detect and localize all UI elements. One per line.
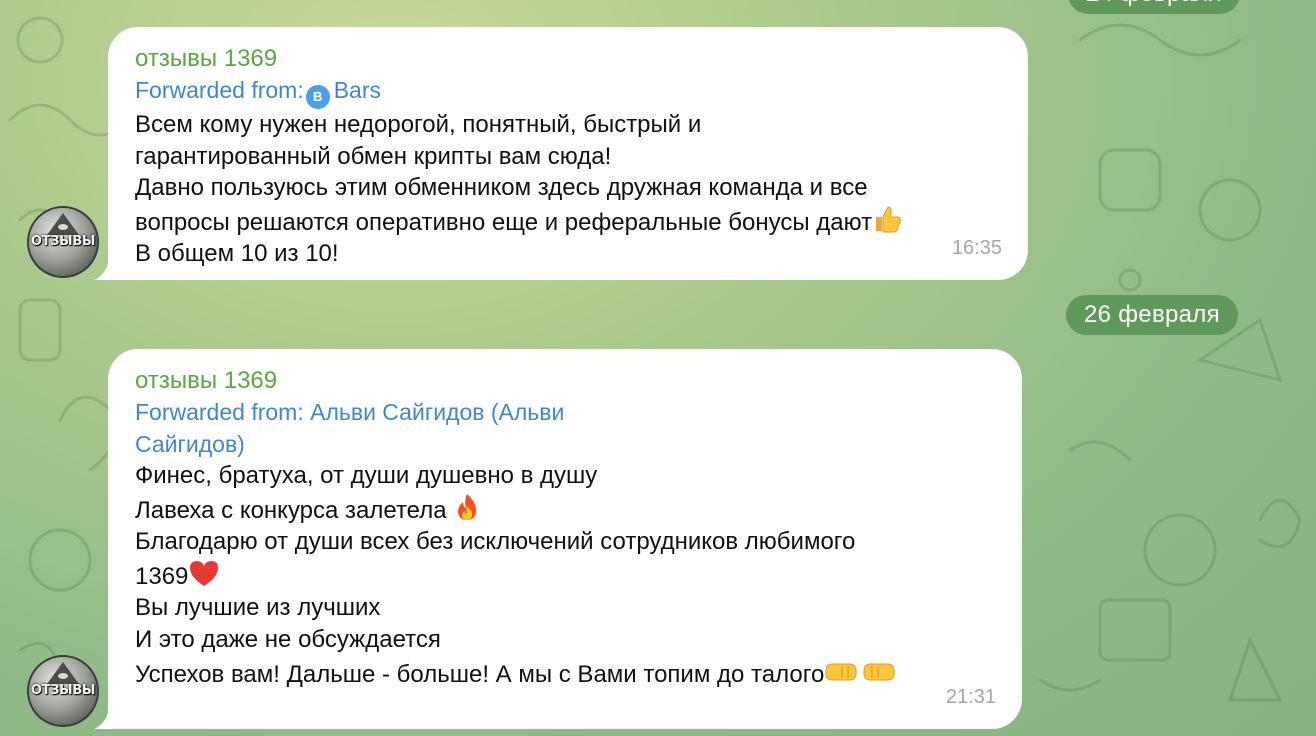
date-separator: 26 февраля: [1066, 295, 1238, 335]
heart-icon: [190, 560, 219, 586]
avatar[interactable]: ОТЗЫВЫ: [27, 655, 99, 727]
message-line: Давно пользуюсь этим обменником здесь др…: [135, 174, 868, 202]
forwarded-from[interactable]: Forwarded from: Альви Сайгидов (Альви Са…: [135, 397, 996, 460]
fire-icon: [458, 493, 477, 520]
sender-name[interactable]: отзывы 1369: [135, 365, 996, 397]
message-line-with-emoji: Успехов вам! Дальше - больше! А мы с Вам…: [135, 656, 996, 691]
message-line: Всем кому нужен недорогой, понятный, быс…: [135, 111, 702, 138]
eye-icon: [58, 673, 68, 679]
message-line-with-emoji: 1369: [135, 558, 996, 593]
message-line: Благодарю от души всех без исключений со…: [135, 528, 856, 556]
message-line-with-emoji: Лавеха с конкурса залетела: [135, 492, 996, 527]
bubble-tail: [94, 254, 124, 280]
bubble-tail: [94, 703, 124, 729]
message-line: В общем 10 из 10!: [135, 240, 339, 268]
forwarded-line: Сайгидов): [135, 430, 245, 457]
avatar-label: ОТЗЫВЫ: [30, 234, 96, 249]
message-line: 1369: [135, 562, 189, 590]
message-bubble[interactable]: отзывы 1369 Forwarded from: Альви Сайгид…: [94, 349, 1022, 729]
date-separator: 24 февраля: [1068, 0, 1240, 14]
message-line: гарантированный обмен крипты вам сюда!: [135, 142, 612, 170]
message-line: Финес, братуха, от души душевно в душу: [135, 462, 598, 489]
message-line-with-emoji: вопросы решаются оперативно еще и рефера…: [135, 204, 1002, 239]
message-time: 16:35: [951, 237, 1002, 260]
message-line: И это даже не обсуждается: [135, 625, 441, 653]
eye-icon: [58, 224, 68, 230]
forwarded-from[interactable]: Forwarded from: B Bars: [135, 75, 1002, 109]
thumbs-up-icon: [876, 206, 901, 233]
message-line: Лавеха с конкурса залетела: [135, 496, 454, 524]
sender-name[interactable]: отзывы 1369: [135, 43, 1002, 75]
forwarded-prefix: Forwarded from:: [135, 77, 304, 103]
message-bubble[interactable]: отзывы 1369 Forwarded from: B Bars Всем ко…: [94, 27, 1028, 280]
forwarded-name[interactable]: Bars: [334, 77, 381, 103]
message-line: вопросы решаются оперативно еще и рефера…: [135, 208, 873, 236]
fist-bump-icon: [825, 663, 895, 681]
forwarded-avatar-icon: B: [305, 85, 330, 109]
message-line: Вы лучшие из лучших: [135, 594, 381, 622]
avatar[interactable]: ОТЗЫВЫ: [27, 206, 99, 278]
avatar-label: ОТЗЫВЫ: [30, 683, 96, 698]
message-time: 21:31: [945, 686, 996, 709]
forwarded-line: Forwarded from: Альви Сайгидов (Альви: [135, 399, 565, 425]
message-line: Успехов вам! Дальше - больше! А мы с Вам…: [135, 660, 825, 688]
